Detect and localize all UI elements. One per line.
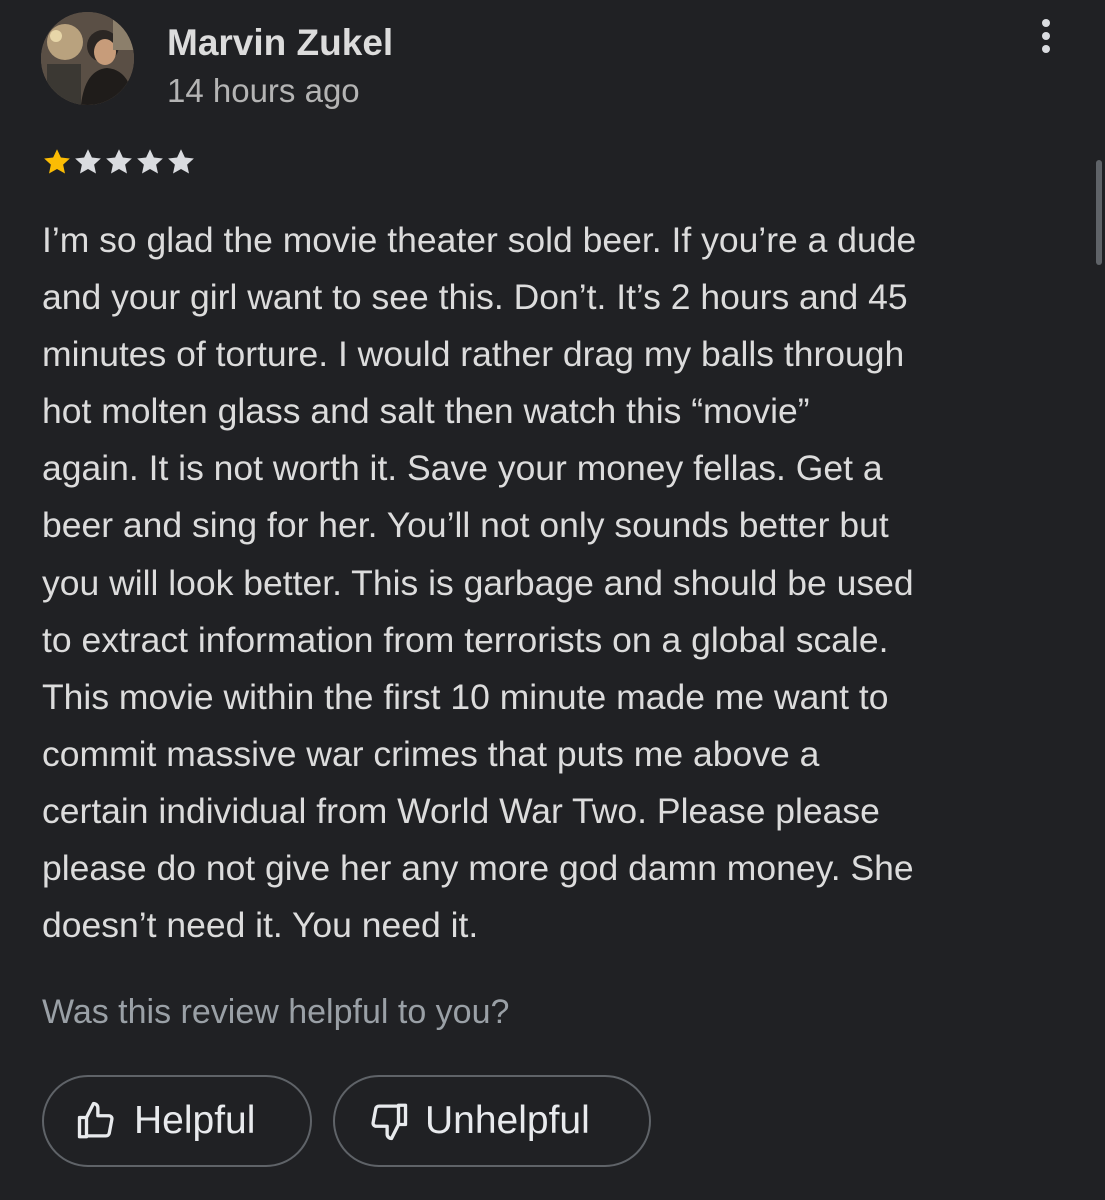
unhelpful-button[interactable]: Unhelpful <box>333 1075 651 1167</box>
thumbs-down-icon <box>371 1103 408 1141</box>
avatar[interactable] <box>41 12 134 105</box>
helpful-button[interactable]: Helpful <box>42 1075 312 1167</box>
scrollbar[interactable] <box>1096 160 1102 265</box>
unhelpful-label: Unhelpful <box>425 1099 590 1142</box>
star-empty-icon <box>137 149 163 174</box>
helpful-question: Was this review helpful to you? <box>42 993 510 1031</box>
more-options-dot <box>1042 32 1050 40</box>
star-empty-icon <box>75 149 101 174</box>
more-options-dot <box>1042 45 1050 53</box>
thumbs-up-icon <box>77 1101 114 1139</box>
more-options-icon[interactable] <box>1024 14 1068 58</box>
reviewer-name: Marvin Zukel <box>167 22 394 63</box>
star-empty-icon <box>168 149 194 174</box>
review-timestamp: 14 hours ago <box>167 72 360 109</box>
helpful-label: Helpful <box>134 1099 256 1142</box>
star-rating <box>42 147 196 177</box>
star-filled-icon <box>44 149 70 174</box>
review-text: I’m so glad the movie theater sold beer.… <box>42 220 917 946</box>
more-options-dot <box>1042 19 1050 27</box>
avatar-photo <box>41 12 134 105</box>
star-empty-icon <box>106 149 132 174</box>
